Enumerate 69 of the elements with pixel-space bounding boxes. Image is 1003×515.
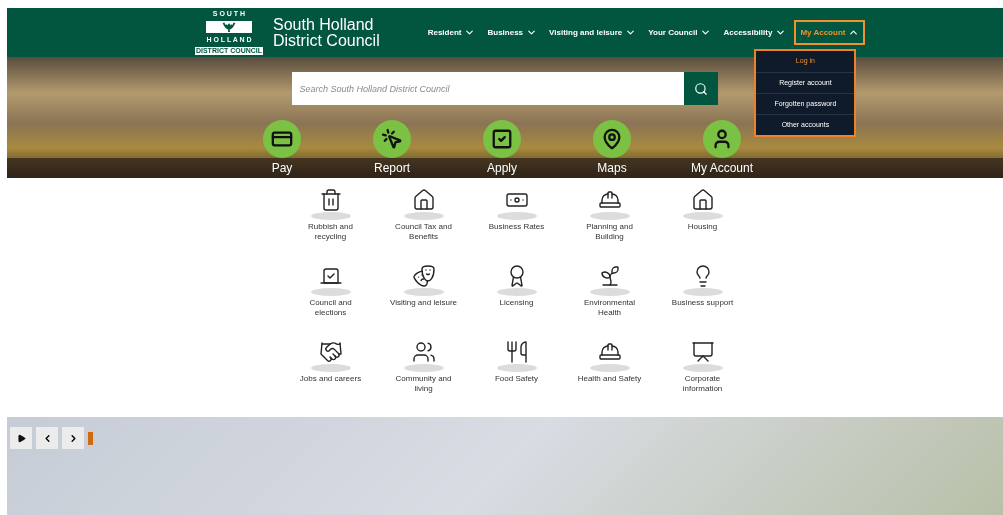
site-name: District Council <box>273 32 380 49</box>
previous-button[interactable] <box>36 427 58 449</box>
presentation-board-icon <box>690 340 715 364</box>
icon-shadow <box>403 364 444 372</box>
map-pin-icon <box>593 120 631 158</box>
service-link[interactable]: Planning and Building <box>563 186 656 262</box>
house-icon <box>690 188 715 212</box>
nav-item[interactable]: Visiting and leisure <box>545 20 641 45</box>
quick-link[interactable]: Apply <box>462 120 542 176</box>
icon-shadow <box>496 212 537 220</box>
service-link[interactable]: Jobs and careers <box>284 338 377 414</box>
icon-shadow <box>589 364 630 372</box>
icon-shadow <box>310 364 351 372</box>
tulip-icon <box>206 21 252 33</box>
play-icon <box>16 433 26 443</box>
icon-shadow <box>682 364 723 372</box>
icon-shadow <box>589 212 630 220</box>
icon-shadow <box>682 212 723 220</box>
chevron-down-icon <box>526 27 538 38</box>
slide-indicator <box>88 431 93 445</box>
quick-link[interactable]: Report <box>352 120 432 176</box>
next-button[interactable] <box>62 427 84 449</box>
nav-item[interactable]: Resident <box>423 20 480 45</box>
service-link[interactable]: Housing <box>656 186 749 262</box>
nav-item[interactable]: My Account <box>794 20 866 45</box>
icon-shadow <box>682 288 723 296</box>
icon-shadow <box>310 212 351 220</box>
search-button[interactable] <box>683 72 718 105</box>
nav-item[interactable]: Your Council <box>644 20 716 45</box>
service-link[interactable]: Visiting and leisure <box>377 262 470 338</box>
bin-icon <box>318 188 343 212</box>
service-link[interactable]: Business Rates <box>470 186 563 262</box>
icon-shadow <box>403 288 444 296</box>
cutlery-icon <box>504 340 529 364</box>
theatre-masks-icon <box>411 264 436 288</box>
service-link[interactable]: Environmental Health <box>563 262 656 338</box>
service-link[interactable]: Council and elections <box>284 262 377 338</box>
search-icon <box>693 81 708 96</box>
quick-link[interactable]: Pay <box>242 120 322 176</box>
quick-link[interactable]: Maps <box>572 120 652 176</box>
icon-shadow <box>496 288 537 296</box>
site-name: South Holland <box>273 16 375 33</box>
service-link[interactable]: Rubbish and recycling <box>284 186 377 262</box>
play-button[interactable] <box>10 427 32 449</box>
service-link[interactable]: Food Safety <box>470 338 563 414</box>
service-link[interactable]: Corporate information <box>656 338 749 414</box>
handshake-icon <box>318 340 343 364</box>
icon-shadow <box>403 212 444 220</box>
service-link[interactable]: Community and living <box>377 338 470 414</box>
service-link[interactable]: Licensing <box>470 262 563 338</box>
checkbox-icon <box>483 120 521 158</box>
chevron-down-icon <box>775 27 787 38</box>
nav-item[interactable]: Accessibility <box>719 20 791 45</box>
service-link[interactable]: Business support <box>656 262 749 338</box>
icon-shadow <box>310 288 351 296</box>
service-link[interactable]: Council Tax and Benefits <box>377 186 470 262</box>
chevron-down-icon <box>700 27 712 38</box>
card-icon <box>263 120 301 158</box>
chevron-down-icon <box>625 27 637 38</box>
nav-item[interactable]: Business <box>483 20 542 45</box>
icon-shadow <box>589 288 630 296</box>
house-icon <box>411 188 436 212</box>
chevron-down-icon <box>464 27 476 38</box>
user-icon <box>703 120 741 158</box>
service-link[interactable]: Health and Safety <box>563 338 656 414</box>
search-field[interactable]: Search South Holland District Council <box>291 72 684 105</box>
people-icon <box>411 340 436 364</box>
icon-shadow <box>496 364 537 372</box>
cursor-click-icon <box>373 120 411 158</box>
